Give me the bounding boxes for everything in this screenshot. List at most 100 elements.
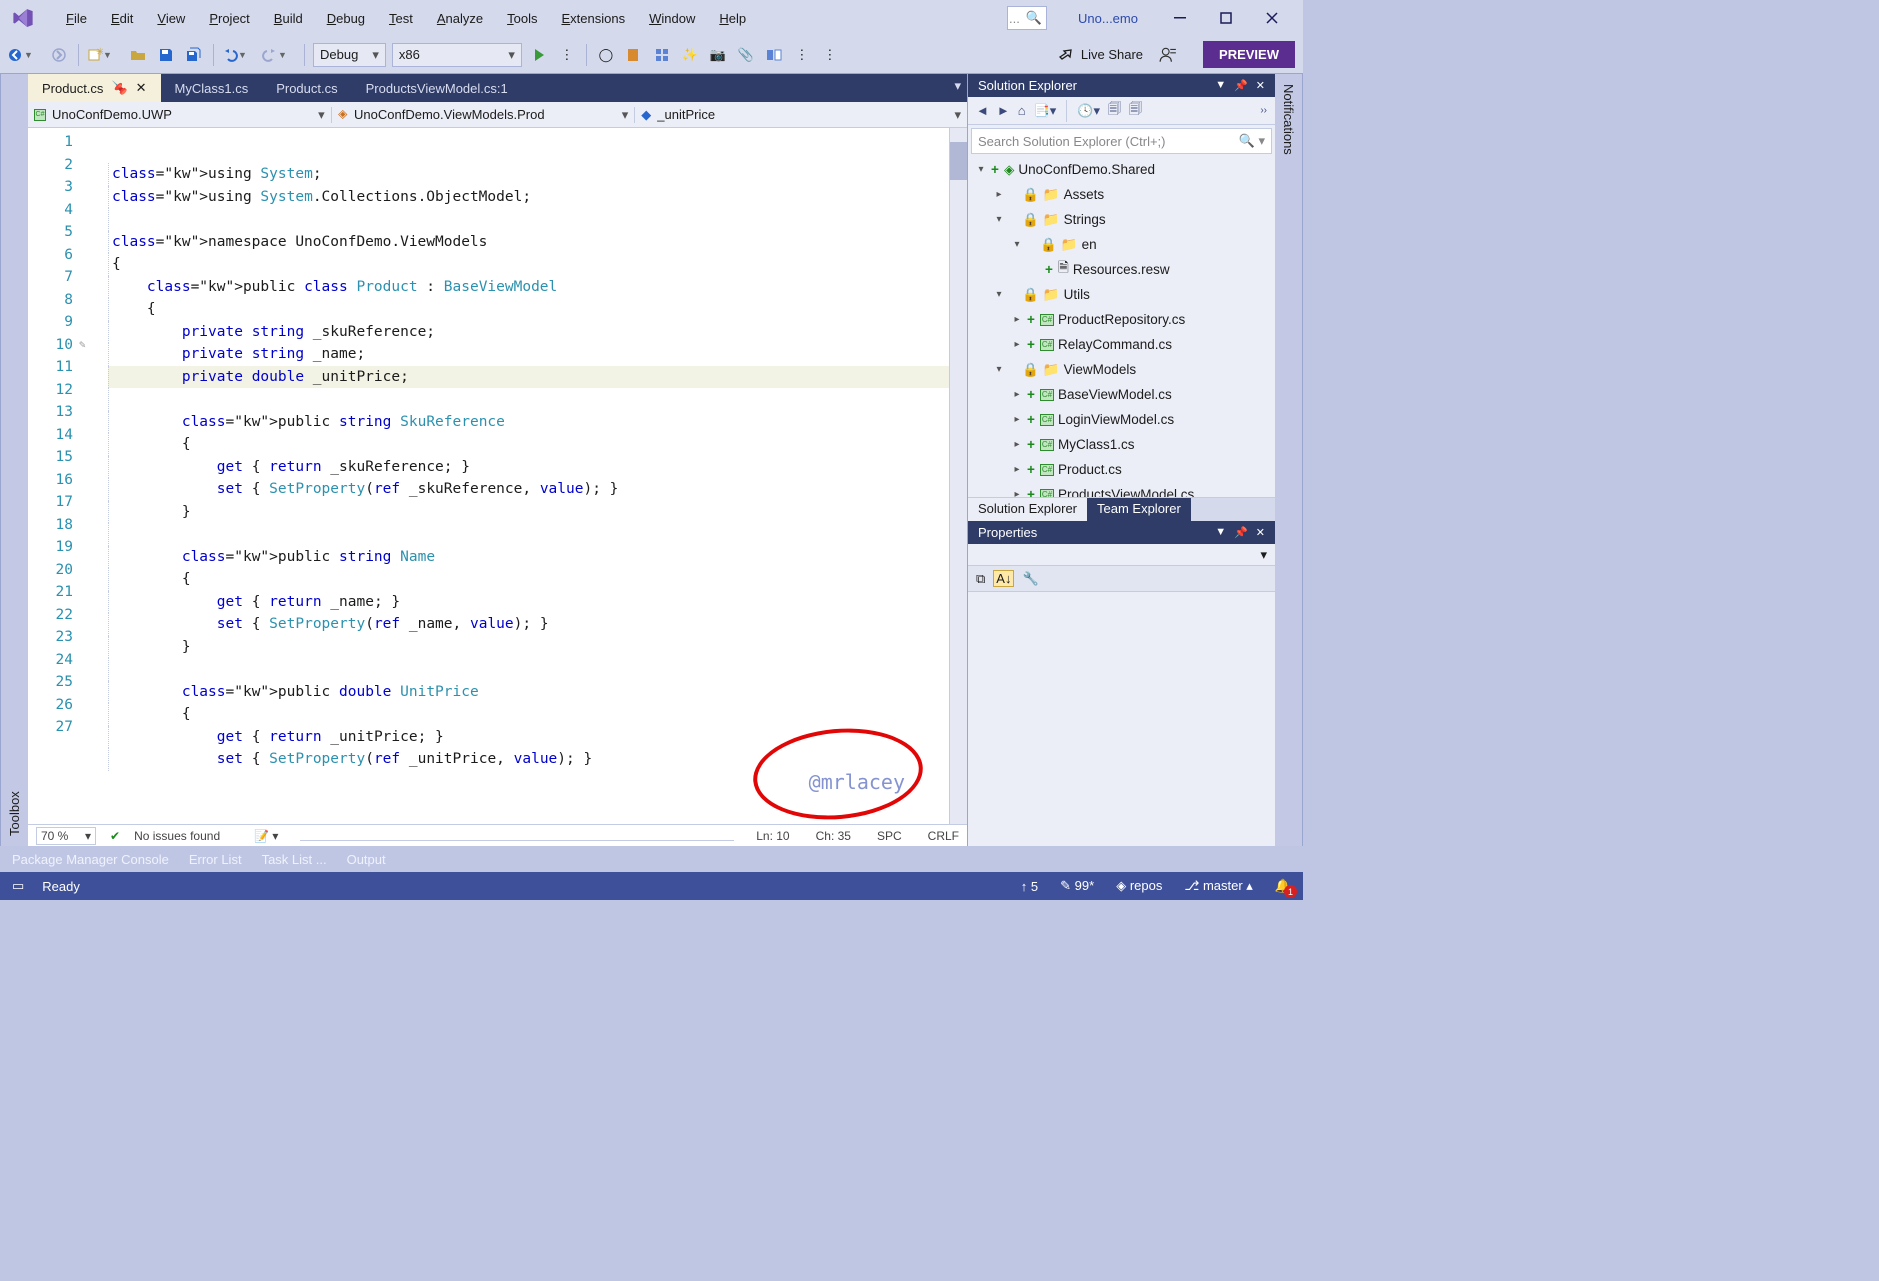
step-dots3-icon[interactable]: ⋮: [819, 44, 841, 66]
step-dots1-icon[interactable]: ⋮: [556, 44, 578, 66]
menu-debug[interactable]: Debug: [315, 5, 377, 32]
redo-button[interactable]: ▼: [262, 44, 296, 66]
se-sync-button[interactable]: 📑▾: [1034, 103, 1057, 119]
bottom-tab[interactable]: Output: [347, 852, 386, 867]
tree-node[interactable]: ▾🔒📁ViewModels: [968, 357, 1275, 382]
menu-analyze[interactable]: Analyze: [425, 5, 495, 32]
nav-forward-button[interactable]: [48, 44, 70, 66]
branch-name[interactable]: ⎇ master ▴: [1184, 878, 1252, 894]
team-explorer-tab[interactable]: Team Explorer: [1087, 498, 1191, 521]
props-pages-button[interactable]: 🔧: [1022, 571, 1038, 587]
feedback-icon[interactable]: [1159, 46, 1177, 64]
preview-button[interactable]: PREVIEW: [1203, 41, 1295, 68]
menu-edit[interactable]: Edit: [99, 5, 145, 32]
pending-changes[interactable]: ✎ 99*: [1060, 878, 1094, 894]
tree-node[interactable]: ▸+C#LoginViewModel.cs: [968, 407, 1275, 432]
se-history-button[interactable]: 🕓▾: [1077, 103, 1100, 119]
solution-explorer-tab[interactable]: Solution Explorer: [968, 498, 1087, 521]
live-share-button[interactable]: Live Share: [1081, 47, 1143, 62]
outgoing-commits[interactable]: ↑ 5: [1021, 879, 1038, 894]
menu-tools[interactable]: Tools: [495, 5, 549, 32]
tree-node[interactable]: ▸+C#MyClass1.cs: [968, 432, 1275, 457]
doc-tab[interactable]: Product.cs: [262, 74, 351, 102]
tree-node[interactable]: ▸+C#ProductsViewModel.cs: [968, 482, 1275, 497]
tab-overflow-button[interactable]: ▾: [954, 78, 961, 94]
record-icon[interactable]: ◯: [595, 44, 617, 66]
window-maximize-button[interactable]: [1203, 0, 1249, 36]
tree-node[interactable]: ▸+C#BaseViewModel.cs: [968, 382, 1275, 407]
doc-tab[interactable]: MyClass1.cs: [161, 74, 263, 102]
window-close-button[interactable]: [1249, 0, 1295, 36]
tree-node[interactable]: ▾+◈UnoConfDemo.Shared: [968, 157, 1275, 182]
intellisense-icon[interactable]: 📝 ▾: [254, 829, 278, 843]
quick-search-box[interactable]: 🔍: [1007, 6, 1047, 30]
menu-help[interactable]: Help: [707, 5, 758, 32]
nav-back-button[interactable]: ▼: [8, 44, 42, 66]
step-dots2-icon[interactable]: ⋮: [791, 44, 813, 66]
properties-selector[interactable]: ▾: [968, 544, 1275, 566]
tree-node[interactable]: ▸+C#Product.cs: [968, 457, 1275, 482]
tree-node[interactable]: +🗎Resources.resw: [968, 257, 1275, 282]
vertical-scrollbar[interactable]: [949, 128, 967, 824]
se-showall-button[interactable]: 🗐: [1108, 100, 1121, 122]
zoom-combo[interactable]: 70 %▾: [36, 827, 96, 845]
se-copy-button[interactable]: 🗐: [1129, 100, 1142, 122]
save-button[interactable]: [155, 44, 177, 66]
props-alpha-button[interactable]: A↓: [993, 570, 1014, 587]
undo-button[interactable]: ▼: [222, 44, 256, 66]
doc-tab[interactable]: ProductsViewModel.cs:1: [352, 74, 522, 102]
magic-icon[interactable]: ✨: [679, 44, 701, 66]
se-search-box[interactable]: Search Solution Explorer (Ctrl+;) 🔍 ▾: [971, 128, 1272, 154]
menu-test[interactable]: Test: [377, 5, 425, 32]
open-file-button[interactable]: [127, 44, 149, 66]
code-editor[interactable]: class="kw">using System;class="kw">using…: [108, 128, 949, 824]
attach-icon[interactable]: 📎: [735, 44, 757, 66]
solution-explorer-tree[interactable]: ▾+◈UnoConfDemo.Shared▸🔒📁Assets▾🔒📁Strings…: [968, 157, 1275, 497]
toolbox-tab[interactable]: Toolbox: [0, 74, 28, 846]
menu-project[interactable]: Project: [197, 5, 261, 32]
camera-icon[interactable]: 📷: [707, 44, 729, 66]
tree-node[interactable]: ▸🔒📁Assets: [968, 182, 1275, 207]
bottom-tab[interactable]: Error List: [189, 852, 242, 867]
diff-icon[interactable]: [763, 44, 785, 66]
bottom-tab[interactable]: Task List ...: [262, 852, 327, 867]
note-icon[interactable]: [623, 44, 645, 66]
menu-extensions[interactable]: Extensions: [549, 5, 637, 32]
tree-node[interactable]: ▾🔒📁en: [968, 232, 1275, 257]
tree-node[interactable]: ▾🔒📁Utils: [968, 282, 1275, 307]
bottom-tab[interactable]: Package Manager Console: [12, 852, 169, 867]
vs-logo-icon[interactable]: [8, 3, 38, 33]
panel-close-button[interactable]: ✕: [1256, 526, 1265, 539]
props-categorized-button[interactable]: ⧉: [976, 571, 985, 587]
close-icon[interactable]: ✕: [136, 80, 147, 96]
solution-config-combo[interactable]: Debug▾: [313, 43, 386, 67]
doc-tab[interactable]: Product.cs 📌 ✕: [28, 74, 161, 102]
tree-node[interactable]: ▾🔒📁Strings: [968, 207, 1275, 232]
tree-node[interactable]: ▸+C#RelayCommand.cs: [968, 332, 1275, 357]
panel-options-button[interactable]: ▼: [1215, 79, 1226, 92]
panel-options-button[interactable]: ▼: [1215, 526, 1226, 539]
notifications-bell[interactable]: 🔔1: [1275, 878, 1291, 894]
se-overflow-button[interactable]: ››: [1260, 105, 1267, 116]
se-back-button[interactable]: ◄: [976, 103, 989, 118]
menu-build[interactable]: Build: [262, 5, 315, 32]
tree-node[interactable]: ▸+C#ProductRepository.cs: [968, 307, 1275, 332]
menu-window[interactable]: Window: [637, 5, 707, 32]
nav-member-combo[interactable]: ◆_unitPrice▾: [635, 107, 967, 123]
new-project-button[interactable]: ✳▼: [87, 44, 121, 66]
solution-platform-combo[interactable]: x86▾: [392, 43, 522, 67]
windows-icon[interactable]: [651, 44, 673, 66]
se-forward-button[interactable]: ►: [997, 103, 1010, 118]
panel-pin-button[interactable]: 📌: [1234, 79, 1248, 92]
panel-pin-button[interactable]: 📌: [1234, 526, 1248, 539]
se-home-button[interactable]: ⌂: [1018, 103, 1026, 118]
start-debug-button[interactable]: [528, 44, 550, 66]
panel-close-button[interactable]: ✕: [1256, 79, 1265, 92]
notifications-tab[interactable]: Notifications: [1275, 74, 1303, 846]
window-minimize-button[interactable]: [1157, 0, 1203, 36]
menu-file[interactable]: File: [54, 5, 99, 32]
repo-name[interactable]: ◈ repos: [1116, 878, 1162, 894]
horizontal-scrollbar[interactable]: [300, 831, 734, 841]
nav-class-combo[interactable]: 🞛UnoConfDemo.ViewModels.Prod▾: [332, 107, 636, 123]
save-all-button[interactable]: [183, 44, 205, 66]
